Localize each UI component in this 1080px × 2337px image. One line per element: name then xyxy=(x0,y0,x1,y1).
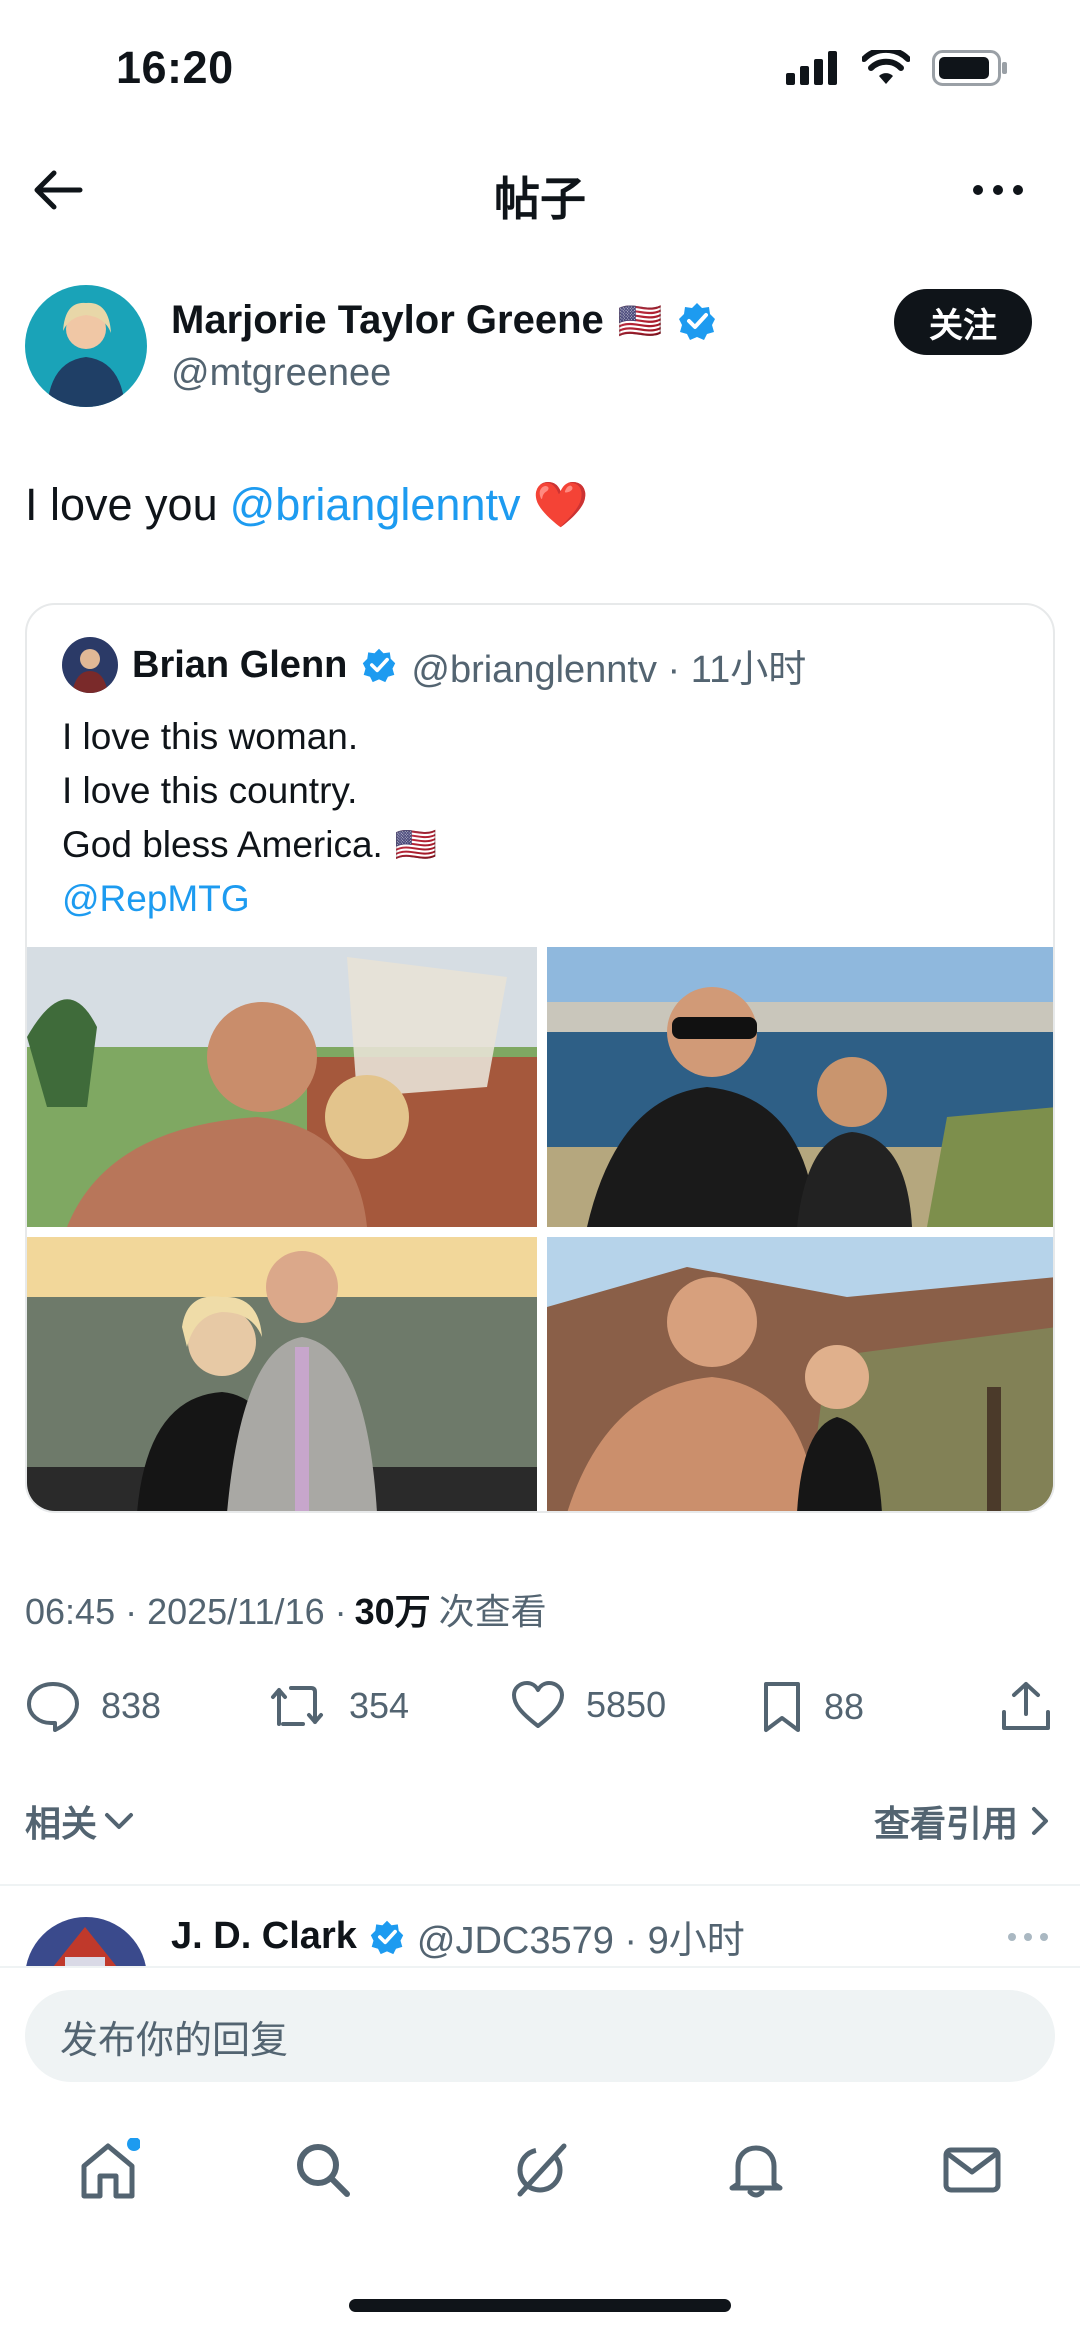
tweet-body: I love you xyxy=(25,478,218,530)
quoted-author-name[interactable]: Brian Glenn xyxy=(132,644,347,687)
chevron-down-icon xyxy=(105,1813,134,1829)
reply-author-name[interactable]: J. D. Clark xyxy=(171,1915,357,1958)
related-toggle[interactable]: 相关 xyxy=(25,1795,135,1847)
heart-emoji: ❤️ xyxy=(532,479,589,530)
quoted-line-flag: God bless America. 🇺🇸 xyxy=(62,818,437,872)
tab-notifications[interactable] xyxy=(716,2130,796,2210)
quoted-mention-link[interactable]: @RepMTG xyxy=(62,872,437,926)
bottom-tab-bar xyxy=(0,2130,1080,2240)
share-button[interactable] xyxy=(1000,1680,1052,1732)
photo-4[interactable] xyxy=(547,1237,1053,1511)
verified-badge-icon xyxy=(363,648,396,683)
quoted-line: God bless America. xyxy=(62,824,383,865)
tab-grok[interactable] xyxy=(500,2130,580,2210)
reply-item[interactable]: J. D. Clark @JDC3579 · 9小时 xyxy=(0,1887,1080,1967)
reply-more-icon[interactable] xyxy=(1006,1927,1050,1947)
battery-icon xyxy=(932,50,1007,86)
bookmark-icon xyxy=(764,1682,800,1732)
tab-messages[interactable] xyxy=(932,2130,1012,2210)
bell-icon xyxy=(729,2145,783,2198)
cellular-signal-icon xyxy=(786,51,837,85)
reply-count: 838 xyxy=(101,1685,162,1726)
verified-badge-icon xyxy=(678,302,715,340)
like-button[interactable]: 5850 xyxy=(510,1680,666,1730)
view-quotes-link[interactable]: 查看引用 xyxy=(874,1795,1050,1847)
repost-button[interactable]: 354 xyxy=(265,1680,409,1732)
share-icon xyxy=(1002,1682,1050,1730)
status-icons xyxy=(786,50,1008,86)
home-indicator xyxy=(349,2299,731,2312)
tab-home[interactable] xyxy=(68,2130,148,2210)
author-name[interactable]: Marjorie Taylor Greene 🇺🇸 xyxy=(171,298,717,343)
bookmark-count: 88 xyxy=(824,1686,865,1727)
reply-avatar[interactable] xyxy=(25,1917,147,1967)
search-icon xyxy=(297,2144,350,2197)
bookmark-button[interactable]: 88 xyxy=(760,1680,864,1734)
flag-emoji: 🇺🇸 xyxy=(394,826,438,864)
quoted-handle-time: @brianglenntv · 11小时 xyxy=(411,648,807,691)
author-name-text: Marjorie Taylor Greene xyxy=(171,298,604,342)
repost-icon xyxy=(271,1686,323,1726)
wifi-icon xyxy=(862,50,910,84)
like-count: 5850 xyxy=(586,1684,667,1725)
reply-header: J. D. Clark @JDC3579 · 9小时 xyxy=(171,1909,745,1964)
photo-1[interactable] xyxy=(27,947,537,1227)
page-title: 帖子 xyxy=(494,173,586,225)
views-count[interactable]: 30万 xyxy=(355,1583,431,1635)
post-time-date: 06:45 · 2025/11/16 · xyxy=(25,1591,347,1632)
flag-emoji: 🇺🇸 xyxy=(617,299,663,341)
tweet-text: I love you @brianglenntv ❤️ xyxy=(25,478,589,531)
more-options-icon[interactable] xyxy=(968,168,1028,208)
quoted-author-avatar[interactable] xyxy=(62,637,118,693)
reply-handle-time: @JDC3579 · 9小时 xyxy=(416,1920,745,1962)
quoted-tweet-header: Brian Glenn @brianglenntv · 11小时 xyxy=(62,637,806,693)
grok-icon xyxy=(517,2143,567,2197)
view-quotes-label: 查看引用 xyxy=(873,1803,1018,1844)
status-time: 16:20 xyxy=(116,42,234,93)
photo-2[interactable] xyxy=(547,947,1053,1227)
quoted-line: I love this woman. xyxy=(62,716,359,757)
reply-button[interactable]: 838 xyxy=(25,1680,161,1732)
follow-button[interactable]: 关注 xyxy=(894,289,1032,355)
action-bar: 838 354 5850 88 xyxy=(25,1672,1055,1742)
divider xyxy=(0,1884,1080,1886)
post-timestamp-views: 06:45 · 2025/11/16 · 30万 次查看 xyxy=(25,1583,547,1635)
quoted-line: I love this country. xyxy=(62,770,358,811)
heart-icon xyxy=(512,1681,564,1728)
chevron-right-icon xyxy=(1032,1807,1048,1835)
repost-count: 354 xyxy=(349,1685,410,1726)
views-label: 次查看 xyxy=(438,1591,547,1632)
quoted-tweet-card[interactable]: Brian Glenn @brianglenntv · 11小时 I love … xyxy=(25,603,1055,1513)
author-handle[interactable]: @mtgreenee xyxy=(171,352,391,395)
reply-input[interactable]: 发布你的回复 xyxy=(25,1990,1055,2082)
reply-icon xyxy=(27,1682,79,1732)
tweet-mention-link[interactable]: @brianglenntv xyxy=(230,479,521,531)
tab-search[interactable] xyxy=(283,2130,363,2210)
verified-badge-icon xyxy=(370,1920,404,1954)
related-label: 相关 xyxy=(25,1803,98,1844)
quoted-tweet-text: I love this woman. I love this country. … xyxy=(62,710,437,926)
home-icon xyxy=(81,2138,140,2199)
photo-3[interactable] xyxy=(27,1237,537,1511)
mail-icon xyxy=(943,2147,1001,2193)
author-avatar[interactable] xyxy=(25,285,147,407)
